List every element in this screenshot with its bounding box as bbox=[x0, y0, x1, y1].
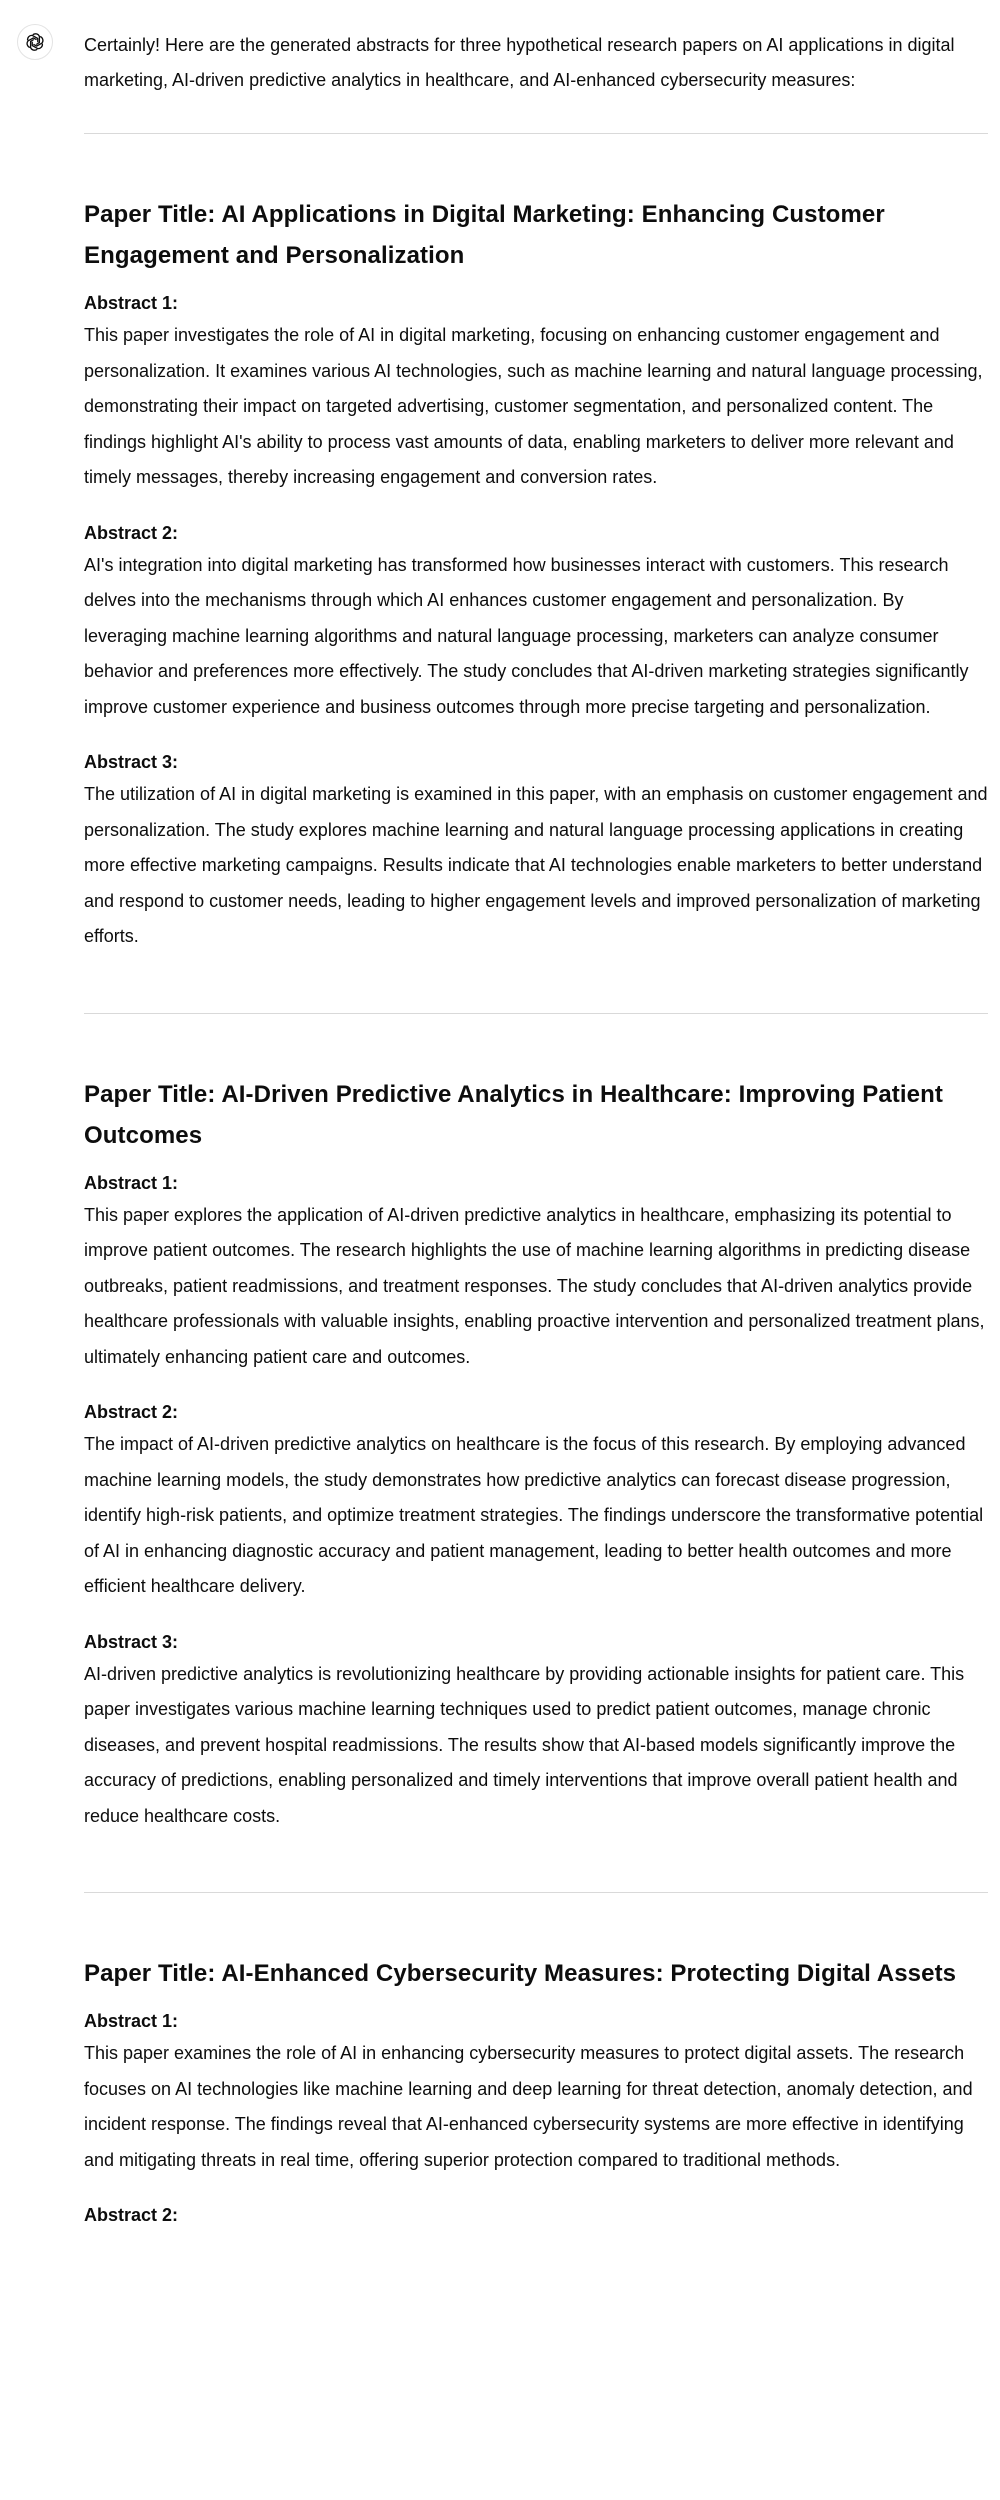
abstract-label: Abstract 3: bbox=[84, 752, 179, 772]
abstract-text: This paper examines the role of AI in en… bbox=[84, 2043, 973, 2170]
paper-title: Paper Title: AI-Driven Predictive Analyt… bbox=[84, 1080, 943, 1149]
abstract-label: Abstract 3: bbox=[84, 1631, 179, 1652]
abstract-label: Abstract 2: bbox=[84, 522, 179, 543]
intro-text: Certainly! Here are the generated abstra… bbox=[84, 35, 955, 90]
paper-section-healthcare: Paper Title: AI-Driven Predictive Analyt… bbox=[84, 1074, 988, 1835]
openai-logo-icon bbox=[26, 33, 44, 51]
abstract-label: Abstract 1: bbox=[84, 293, 179, 313]
section-divider bbox=[84, 1892, 988, 1893]
paper-section-marketing: Paper Title: AI Applications in Digital … bbox=[84, 194, 988, 955]
abstract-label: Abstract 1: bbox=[84, 1172, 179, 1193]
abstract-text: AI-driven predictive analytics is revolu… bbox=[84, 1663, 965, 1826]
paper-title: Paper Title: AI-Enhanced Cybersecurity M… bbox=[84, 1960, 957, 1987]
abstract-label: Abstract 1: bbox=[84, 2011, 179, 2031]
assistant-avatar bbox=[17, 24, 53, 60]
abstract-text: This paper explores the application of A… bbox=[84, 1204, 985, 1367]
abstract-text: This paper investigates the role of AI i… bbox=[84, 325, 983, 487]
abstract-label: Abstract 2: bbox=[84, 1402, 179, 1422]
abstract-label: Abstract 2: bbox=[84, 2205, 179, 2225]
abstract-text: The impact of AI-driven predictive analy… bbox=[84, 1434, 984, 1596]
abstract-text: The utilization of AI in digital marketi… bbox=[84, 784, 988, 946]
abstract-text: AI's integration into digital marketing … bbox=[84, 554, 969, 717]
paper-section-cybersecurity: Paper Title: AI-Enhanced Cybersecurity M… bbox=[84, 1953, 988, 2230]
section-divider bbox=[84, 133, 988, 134]
assistant-message: Certainly! Here are the generated abstra… bbox=[0, 0, 1000, 2500]
paper-title: Paper Title: AI Applications in Digital … bbox=[84, 201, 885, 269]
section-divider bbox=[84, 1012, 988, 1014]
message-content: Certainly! Here are the generated abstra… bbox=[84, 28, 988, 2230]
